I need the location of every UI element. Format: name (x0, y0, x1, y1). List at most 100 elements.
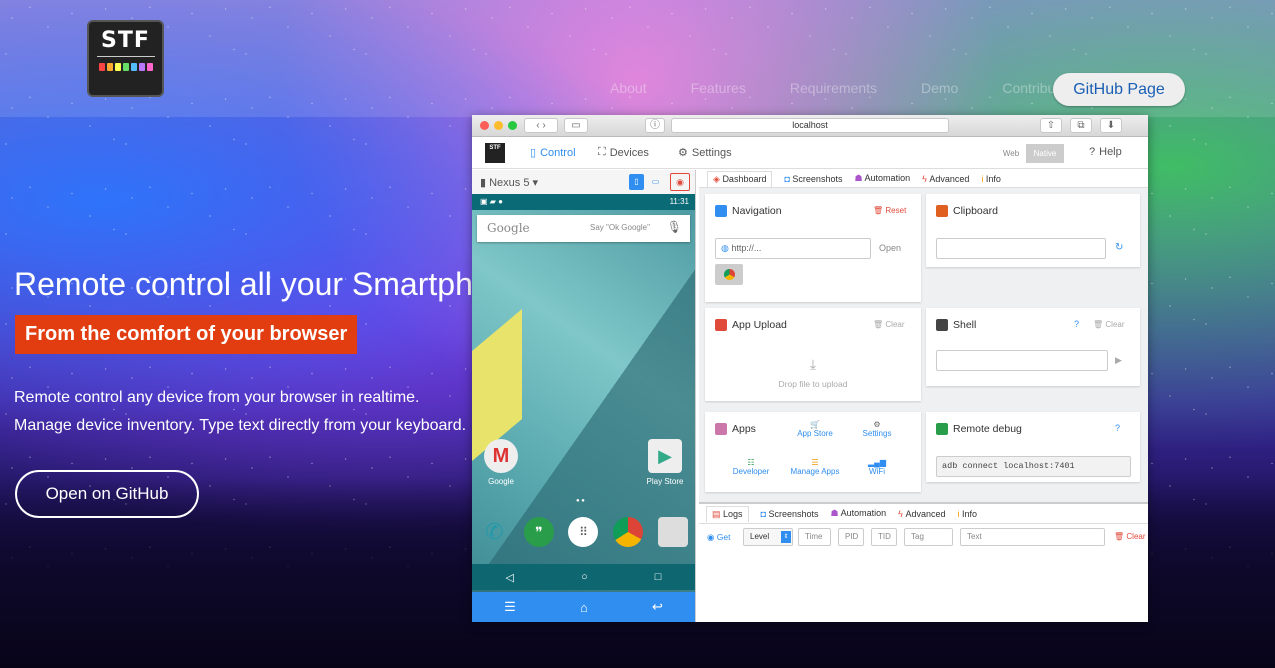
developer-shortcut[interactable]: ☷ Developer (731, 458, 771, 476)
help-link[interactable]: ? Help (1089, 146, 1122, 158)
nav-requirements[interactable]: Requirements (790, 80, 877, 96)
shell-help-icon[interactable]: ? (1074, 319, 1079, 329)
tab-lower-info-label: Info (962, 508, 978, 519)
open-button[interactable]: Open (879, 243, 901, 253)
nav-demo[interactable]: Demo (921, 80, 958, 96)
github-page-button[interactable]: GitHub Page (1053, 73, 1185, 106)
top-nav: About Features Requirements Demo Contrib… (610, 80, 1067, 96)
tab-lower-automation[interactable]: ☗ Automation (831, 508, 887, 519)
chrome-browser-button[interactable] (715, 264, 743, 285)
tab-devices[interactable]: ⛶ Devices (598, 146, 649, 159)
camera-icon[interactable] (657, 517, 688, 547)
maximize-icon[interactable] (508, 121, 517, 130)
level-select[interactable]: Level ⇕ (743, 528, 793, 546)
device-selector[interactable]: ▮ Nexus 5 ▾ (480, 176, 538, 189)
tab-lower-info[interactable]: i Info (957, 509, 977, 519)
hero-line-1: Remote control any device from your brow… (14, 389, 420, 406)
landscape-icon[interactable]: ▭ (648, 174, 663, 190)
mic-icon[interactable]: 🎙 (667, 220, 682, 234)
phone-app-icon[interactable]: ✆ (479, 517, 509, 547)
tab-automation[interactable]: ☗ Automation (854, 173, 910, 184)
nav-about[interactable]: About (610, 80, 647, 96)
level-value: Level (750, 532, 770, 541)
home-button-icon[interactable]: ⌂ (580, 600, 588, 615)
logs-panel: ▤ Logs ◘ Screenshots ☗ Automation ϟ Adva… (699, 502, 1148, 622)
play-store-icon: ▶ (648, 439, 682, 473)
reset-button[interactable]: 🗑 Reset (873, 206, 906, 215)
eye-icon[interactable]: ◉ (670, 173, 690, 191)
info-icon[interactable]: ⓘ (645, 118, 665, 133)
shell-clear-button[interactable]: 🗑 Clear (1093, 320, 1125, 329)
portrait-icon[interactable]: ▯ (629, 174, 644, 190)
home-icon[interactable]: ○ (581, 571, 588, 583)
tab-logs[interactable]: ▤ Logs (706, 505, 749, 522)
device-screen[interactable]: ▣ ▰ ● 11:31 Google Say "Ok Google" 🎙 M G… (472, 194, 695, 592)
share-icon[interactable]: ⇧ (1040, 118, 1062, 133)
back-forward-icon[interactable]: ‹ › (524, 118, 558, 133)
app-store-shortcut[interactable]: 🛒 App Store (795, 420, 835, 438)
tab-lower-screenshots[interactable]: ◘ Screenshots (761, 509, 819, 519)
chrome-icon[interactable] (613, 517, 644, 547)
tag-filter[interactable]: Tag (904, 528, 953, 546)
nav-features[interactable]: Features (691, 80, 746, 96)
back-button-icon[interactable]: ↩ (652, 599, 663, 615)
shell-input[interactable] (936, 350, 1108, 371)
tab-control[interactable]: ▯ Control (530, 146, 576, 160)
recents-icon[interactable]: □ (655, 571, 662, 583)
app-gmail[interactable]: M Google (482, 439, 520, 486)
refresh-icon[interactable]: ↻ (1115, 242, 1123, 253)
clipboard-input[interactable] (936, 238, 1106, 259)
open-on-github-button[interactable]: Open on GitHub (15, 470, 199, 518)
settings-shortcut[interactable]: ⚙ Settings (857, 420, 897, 438)
app-drawer-icon[interactable]: ⠿ (568, 517, 599, 547)
device-header: ▮ Nexus 5 ▾ ▯ ▭ ◉ (472, 170, 695, 194)
reset-label: Reset (885, 206, 907, 215)
back-icon[interactable]: ◁ (506, 571, 514, 584)
tabs-icon[interactable]: ⧉ (1070, 118, 1092, 133)
tab-info[interactable]: i Info (981, 174, 1001, 184)
tid-filter[interactable]: TID (871, 528, 897, 546)
devices-label: Devices (609, 146, 649, 159)
debug-help-icon[interactable]: ? (1115, 423, 1120, 433)
menu-icon[interactable]: ☰ (504, 599, 516, 615)
url-bar[interactable]: localhost (671, 118, 949, 133)
manage-apps-shortcut[interactable]: ☰ Manage Apps (787, 458, 843, 476)
upload-clear-button[interactable]: 🗑 Clear (873, 320, 905, 329)
devices-icon: ⛶ (598, 146, 606, 158)
sidebar-icon[interactable]: ▭ (564, 118, 588, 133)
url-input[interactable]: ◍ http://... (715, 238, 871, 259)
app-store-label: App Store (797, 429, 833, 438)
hangouts-icon[interactable]: ❞ (523, 517, 554, 547)
control-label: Control (540, 146, 576, 159)
developer-label: Developer (732, 467, 770, 476)
wifi-shortcut[interactable]: ▂▄▆ WiFi (857, 458, 897, 476)
google-search-bar[interactable]: Google Say "Ok Google" 🎙 (477, 215, 690, 242)
stf-logo[interactable]: STF (87, 20, 164, 97)
pid-filter[interactable]: PID (838, 528, 864, 546)
text-filter[interactable]: Text (960, 528, 1105, 546)
tab-lower-advanced[interactable]: ϟ Advanced (898, 509, 945, 519)
native-toggle[interactable]: Native (1026, 144, 1064, 163)
stf-mini-logo[interactable]: STF (485, 143, 505, 163)
download-icon[interactable]: ⬇ (1100, 118, 1122, 133)
dashboard-tabs: ◈ Dashboard ◘ Screenshots ☗ Automation ϟ… (699, 170, 1148, 188)
tab-dashboard[interactable]: ◈ Dashboard (707, 170, 773, 187)
tab-screenshots[interactable]: ◘ Screenshots (784, 174, 842, 184)
web-toggle[interactable]: Web (996, 144, 1026, 163)
upload-clear-label: Clear (885, 320, 905, 329)
minimize-icon[interactable] (494, 121, 503, 130)
tab-advanced[interactable]: ϟ Advanced (922, 174, 969, 184)
run-icon[interactable]: ▶ (1115, 355, 1122, 366)
app-play-store[interactable]: ▶ Play Store (645, 439, 685, 486)
get-logs-button[interactable]: ◉ Get (707, 532, 730, 543)
lower-info-icon: i (957, 508, 960, 519)
android-nav-bar: ◁ ○ □ (472, 564, 695, 590)
google-label: Google (487, 221, 530, 235)
logs-clear-button[interactable]: 🗑 Clear (1114, 532, 1146, 541)
adb-command[interactable]: adb connect localhost:7401 (936, 456, 1131, 477)
shell-card: Shell ? 🗑 Clear ▶ (926, 308, 1140, 386)
tab-settings[interactable]: ⚙ Settings (678, 146, 732, 160)
time-filter[interactable]: Time (798, 528, 831, 546)
close-icon[interactable] (480, 121, 489, 130)
drop-zone[interactable]: Drop file to upload (705, 379, 921, 389)
